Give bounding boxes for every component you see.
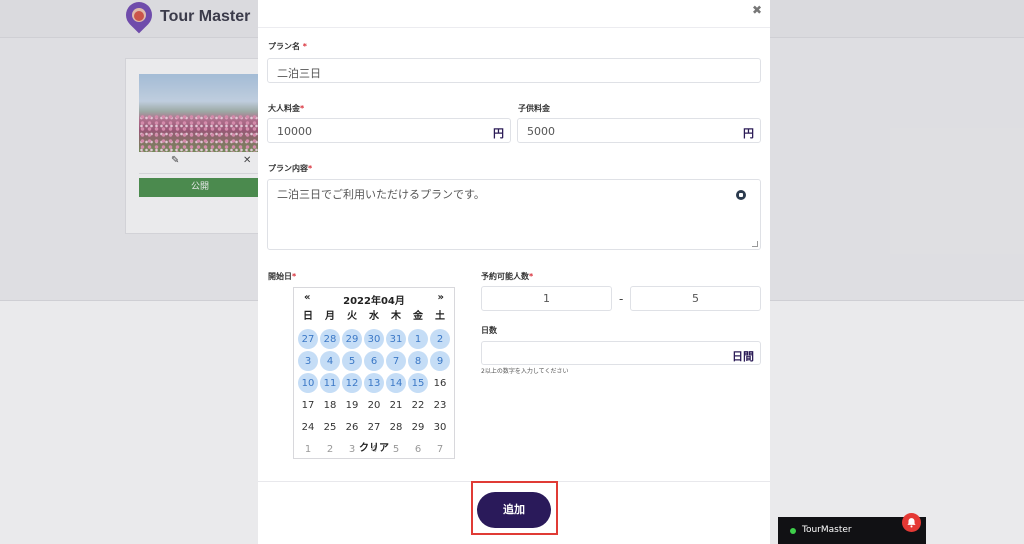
assistant-icon[interactable] (736, 190, 746, 200)
calendar-day[interactable]: 17 (297, 394, 319, 416)
calendar-day[interactable]: 10 (298, 373, 318, 393)
capacity-label: 予約可能人数* (481, 272, 534, 281)
child-price-label: 子供料金 (518, 104, 550, 113)
weekday-header: 火 (347, 310, 357, 322)
resize-handle-icon[interactable] (752, 241, 758, 247)
days-label: 日数 (481, 326, 497, 335)
weekday-header: 金 (413, 310, 423, 322)
calendar-day[interactable]: 3 (298, 351, 318, 371)
calendar-day[interactable]: 14 (386, 373, 406, 393)
calendar-day[interactable]: 8 (408, 351, 428, 371)
calendar-day[interactable]: 9 (430, 351, 450, 371)
weekday-header: 木 (391, 310, 401, 322)
calendar-day[interactable]: 25 (319, 416, 341, 438)
calendar-day[interactable]: 7 (386, 351, 406, 371)
capacity-separator: - (619, 292, 624, 306)
calendar-day[interactable]: 23 (429, 394, 451, 416)
calendar-day[interactable]: 20 (363, 394, 385, 416)
calendar-day[interactable]: 21 (385, 394, 407, 416)
calendar-day[interactable]: 6 (364, 351, 384, 371)
calendar-day[interactable]: 28 (385, 416, 407, 438)
capacity-max-input[interactable]: 5 (630, 286, 761, 311)
next-month-button[interactable]: » (438, 292, 444, 303)
adult-price-input[interactable]: 10000 円 (267, 118, 511, 143)
plan-name-input[interactable]: 二泊三日 (267, 58, 761, 83)
add-button[interactable]: 追加 (477, 492, 551, 528)
start-date-calendar: « 2022年04月 » 日月火水木金土 27 28 29 30 31 1 2 3 4 5 6 7 8 9 1… (293, 287, 455, 459)
days-hint: 2以上の数字を入力してください (481, 368, 569, 375)
calendar-day[interactable]: 29 (342, 329, 362, 349)
calendar-day[interactable]: 19 (341, 394, 363, 416)
calendar-day[interactable]: 30 (364, 329, 384, 349)
calendar-day[interactable]: 29 (407, 416, 429, 438)
calendar-day[interactable]: 12 (342, 373, 362, 393)
child-price-input[interactable]: 5000 円 (517, 118, 761, 143)
calendar-month-title: 2022年04月 (343, 296, 405, 307)
close-icon[interactable]: ✖ (750, 3, 764, 17)
days-input[interactable]: 日間 (481, 341, 761, 365)
calendar-day[interactable]: 22 (407, 394, 429, 416)
online-status-dot (790, 528, 796, 534)
calendar-day[interactable]: 4 (320, 351, 340, 371)
calendar-clear-button[interactable]: クリア (294, 439, 454, 454)
plan-content-label: プラン内容* (268, 164, 313, 173)
start-date-label: 開始日* (268, 272, 297, 281)
calendar-day[interactable]: 1 (408, 329, 428, 349)
calendar-day[interactable]: 13 (364, 373, 384, 393)
calendar-day[interactable]: 16 (429, 372, 451, 394)
calendar-day[interactable]: 15 (408, 373, 428, 393)
calendar-day[interactable]: 11 (320, 373, 340, 393)
weekday-header: 水 (369, 310, 379, 322)
calendar-grid: 日月火水木金土 27 28 29 30 31 1 2 3 4 5 6 7 8 9 10 11 12 13 14 15 16… (297, 306, 451, 460)
chat-name: TourMaster (802, 525, 852, 535)
bell-icon[interactable] (902, 513, 921, 532)
modal-header-divider (258, 27, 770, 28)
adult-price-label: 大人料金* (268, 104, 305, 113)
weekday-header: 月 (325, 310, 335, 322)
plan-content-textarea[interactable]: 二泊三日でご利用いただけるプランです。 (267, 179, 761, 250)
calendar-day[interactable]: 18 (319, 394, 341, 416)
calendar-day[interactable]: 2 (430, 329, 450, 349)
calendar-day[interactable]: 26 (341, 416, 363, 438)
weekday-header: 土 (435, 310, 445, 322)
calendar-day[interactable]: 27 (363, 416, 385, 438)
weekday-header: 日 (303, 310, 313, 322)
calendar-day[interactable]: 27 (298, 329, 318, 349)
calendar-day[interactable]: 31 (386, 329, 406, 349)
calendar-day[interactable]: 30 (429, 416, 451, 438)
capacity-min-input[interactable]: 1 (481, 286, 612, 311)
calendar-day[interactable]: 5 (342, 351, 362, 371)
calendar-day[interactable]: 28 (320, 329, 340, 349)
plan-name-label: プラン名 * (268, 42, 307, 51)
calendar-day[interactable]: 24 (297, 416, 319, 438)
